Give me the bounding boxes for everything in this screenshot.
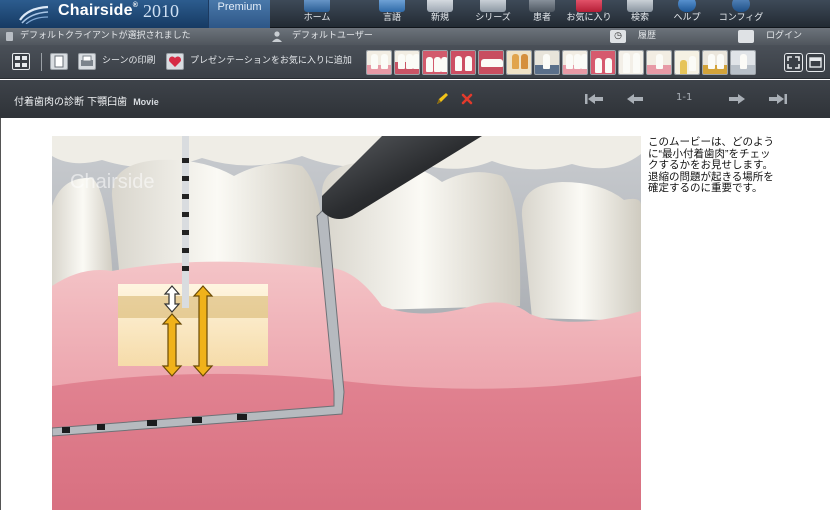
login-link[interactable]: ログイン [766, 28, 802, 45]
language-icon [379, 0, 405, 12]
content-border [0, 118, 1, 510]
nav-search-button[interactable]: 検索 [620, 0, 660, 28]
pin-icon [6, 32, 13, 41]
gear-icon [732, 0, 750, 12]
scene-thumbnail[interactable] [422, 50, 448, 75]
chairside-swirl-icon [19, 5, 49, 24]
next-scene-icon[interactable] [728, 92, 746, 106]
grid-icon [15, 56, 27, 67]
status-bar: デフォルトクライアントが選択されました デフォルトユーザー ◷ 履歴 ログイン [0, 28, 830, 45]
nav-patient-button[interactable]: 患者 [524, 0, 560, 28]
close-x-icon[interactable] [460, 92, 474, 106]
search-icon [627, 0, 653, 12]
movie-title: 付着歯肉の診断 下顎臼歯 Movie [14, 97, 159, 108]
toolbar-divider [41, 53, 42, 71]
expand-icon [787, 56, 800, 69]
nav-help-button[interactable]: ヘルプ [666, 0, 708, 28]
window-mode-button[interactable] [806, 53, 825, 72]
nav-home-button[interactable]: ホーム [294, 0, 340, 28]
pencil-edit-icon[interactable] [434, 91, 450, 107]
home-icon [304, 0, 330, 12]
scene-thumbnail[interactable] [562, 50, 588, 75]
printer-icon [81, 55, 93, 66]
history-link[interactable]: 履歴 [638, 28, 656, 45]
movie-player[interactable]: Chairside [52, 136, 641, 510]
heart-icon [168, 56, 182, 67]
scene-thumbnail[interactable] [618, 50, 644, 75]
document-icon [54, 55, 64, 68]
first-scene-icon[interactable] [584, 92, 604, 106]
movie-control-bar: 付着歯肉の診断 下顎臼歯 Movie 1-1 [0, 80, 830, 118]
edition-badge: Premium [208, 0, 270, 28]
layout-grid-button[interactable] [12, 53, 30, 70]
selected-client-text: デフォルトクライアントが選択されました [20, 31, 191, 41]
add-presentation-favorite-button[interactable]: プレゼンテーションをお気に入りに追加 [190, 55, 352, 67]
scene-thumbnail[interactable] [674, 50, 700, 75]
nav-language-button[interactable]: 言語 [372, 0, 412, 28]
periodontal-probe-illustration: Chairside [52, 136, 641, 510]
movie-description: このムービーは、どのように“最小付着歯肉”をチェックするかをお見せします。退縮の… [648, 136, 774, 194]
brand-name: Chairside® [58, 2, 139, 19]
user-icon [272, 31, 282, 42]
nav-series-button[interactable]: シリーズ [470, 0, 516, 28]
nav-config-button[interactable]: コンフィグ [716, 0, 766, 28]
last-scene-icon[interactable] [768, 92, 788, 106]
window-icon [809, 57, 822, 68]
help-icon [678, 0, 696, 12]
lock-icon[interactable] [738, 30, 754, 43]
scene-thumbnail[interactable] [646, 50, 672, 75]
series-icon [480, 0, 506, 12]
fullscreen-button[interactable] [784, 53, 803, 72]
media-type-label: Movie [133, 97, 159, 107]
scene-thumbnail[interactable] [478, 50, 504, 75]
app-logo: Chairside® 2010 [0, 0, 208, 28]
scene-thumbnail[interactable] [590, 50, 616, 75]
scene-page-indicator: 1-1 [676, 92, 693, 103]
print-scene-icon-button[interactable] [78, 53, 96, 70]
scene-toolbar: シーンの印刷 プレゼンテーションをお気に入りに追加 [0, 45, 830, 79]
brand-year: 2010 [143, 1, 179, 21]
video-watermark: Chairside [70, 171, 154, 193]
favorite-presentation-icon-button[interactable] [166, 53, 184, 70]
app-header: Chairside® 2010 Premium ホーム 言語 新規 シリーズ 患… [0, 0, 830, 28]
print-scene-button[interactable]: シーンの印刷 [102, 55, 156, 67]
new-icon [427, 0, 453, 12]
scene-thumbnail[interactable] [702, 50, 728, 75]
scene-thumbnail[interactable] [506, 50, 532, 75]
nav-new-button[interactable]: 新規 [420, 0, 460, 28]
previous-scene-icon[interactable] [626, 92, 644, 106]
scene-thumbnail[interactable] [450, 50, 476, 75]
scene-thumbnail[interactable] [366, 50, 392, 75]
patient-icon [529, 0, 555, 12]
history-clock-icon[interactable]: ◷ [610, 30, 626, 43]
scene-thumbnail[interactable] [394, 50, 420, 75]
current-user-text: デフォルトユーザー [292, 31, 373, 41]
nav-favorites-button[interactable]: お気に入り [564, 0, 614, 28]
scene-thumbnail[interactable] [534, 50, 560, 75]
scene-thumbnail[interactable] [730, 50, 756, 75]
scene-info-button[interactable] [50, 53, 68, 70]
heart-icon [576, 0, 602, 12]
